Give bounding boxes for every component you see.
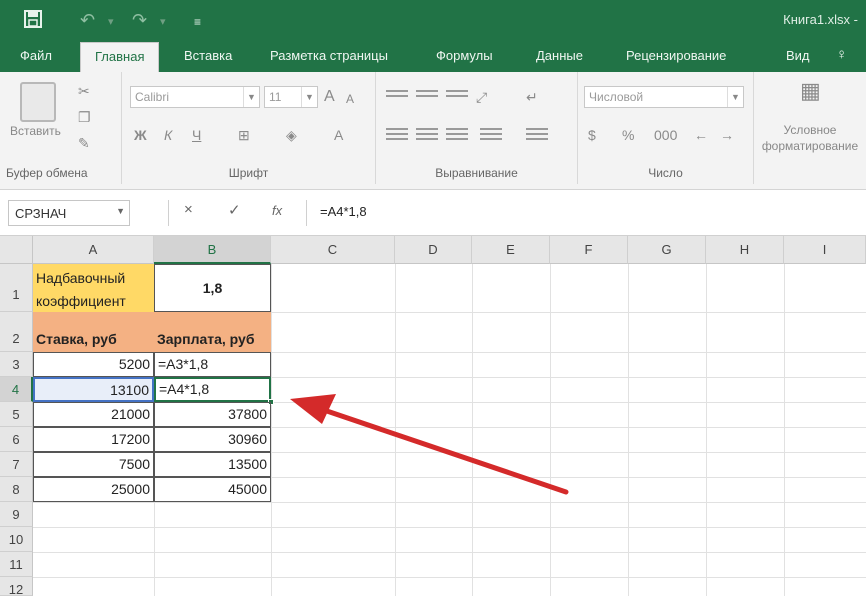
name-box[interactable]: СРЗНАЧ ▼ <box>8 200 130 226</box>
paste-button[interactable]: Вставить <box>10 124 61 138</box>
tab-file[interactable]: Файл <box>20 48 52 63</box>
number-format-value: Числовой <box>589 90 644 104</box>
align-center-icon[interactable] <box>416 128 438 144</box>
grow-font-icon[interactable]: A <box>324 86 335 108</box>
save-icon[interactable] <box>24 10 42 32</box>
paste-icon[interactable] <box>20 82 56 122</box>
alignment-group: ⤢ ↵ Выравнивание <box>376 72 578 184</box>
tab-insert[interactable]: Вставка <box>184 48 232 63</box>
decrease-decimal-icon[interactable]: → <box>720 124 734 146</box>
chevron-down-icon: ▼ <box>243 87 259 107</box>
window-title: Книга1.xlsx - <box>783 12 858 27</box>
align-right-icon[interactable] <box>446 128 468 144</box>
redo-icon[interactable]: ↷ <box>132 10 147 30</box>
tab-page-layout[interactable]: Разметка страницы <box>270 48 388 63</box>
conditional-formatting-button[interactable]: Условное форматирование <box>754 122 866 154</box>
tab-formulas[interactable]: Формулы <box>436 48 493 63</box>
fill-color-icon[interactable]: ◈ <box>286 124 297 146</box>
red-arrow-pointer <box>290 394 569 495</box>
tab-home[interactable]: Главная <box>80 42 160 72</box>
insert-function-button[interactable]: fx <box>272 203 282 218</box>
align-bottom-icon[interactable] <box>446 90 468 106</box>
copy-icon[interactable]: ❐ <box>78 106 91 128</box>
formula-input[interactable]: =А4*1,8 <box>320 204 367 219</box>
condfmt-line1: Условное <box>783 123 837 137</box>
decrease-indent-icon[interactable] <box>480 128 502 144</box>
enter-icon[interactable]: ✓ <box>228 201 241 219</box>
tab-view[interactable]: Вид <box>786 48 810 63</box>
font-size-select[interactable]: 11 ▼ <box>264 86 318 108</box>
redo-dropdown-icon[interactable]: ▾ <box>160 12 166 32</box>
number-group-label: Число <box>648 166 683 180</box>
currency-icon[interactable]: $ <box>588 124 596 146</box>
clipboard-group: Вставить ✂ ❐ ✎ Буфер обмена <box>0 72 122 184</box>
customize-icon[interactable]: ≡ <box>194 12 201 32</box>
increase-decimal-icon[interactable]: ← <box>694 124 708 146</box>
format-painter-icon[interactable]: ✎ <box>78 132 90 154</box>
number-group: Числовой ▼ $ % 000 ← → Число <box>578 72 754 184</box>
merge-center-icon[interactable] <box>526 128 548 144</box>
cut-icon[interactable]: ✂ <box>78 80 90 102</box>
underline-button[interactable]: Ч <box>192 124 201 146</box>
italic-button[interactable]: К <box>164 124 172 146</box>
alignment-group-label: Выравнивание <box>435 166 518 180</box>
chevron-down-icon: ▼ <box>116 206 125 216</box>
spreadsheet-grid: A B C D E F G H I 1 2 3 4 5 6 7 8 9 10 1… <box>0 236 866 596</box>
undo-icon[interactable]: ↶ <box>80 10 95 30</box>
chevron-down-icon: ▼ <box>727 87 743 107</box>
cancel-icon[interactable]: × <box>184 201 193 218</box>
shrink-font-icon[interactable]: A <box>346 88 354 110</box>
font-name-select[interactable]: Calibri ▼ <box>130 86 260 108</box>
ribbon: Вставить ✂ ❐ ✎ Буфер обмена Calibri ▼ 11… <box>0 72 866 190</box>
percent-icon[interactable]: % <box>622 124 634 146</box>
orientation-icon[interactable]: ⤢ <box>476 86 487 108</box>
conditional-formatting-icon[interactable]: ▦ <box>800 80 821 102</box>
name-box-value: СРЗНАЧ <box>15 206 67 221</box>
condfmt-line2: форматирование <box>761 139 859 153</box>
tab-data[interactable]: Данные <box>536 48 583 63</box>
borders-icon[interactable]: ⊞ <box>238 124 250 146</box>
divider <box>306 200 307 226</box>
font-group: Calibri ▼ 11 ▼ A A Ж К Ч ⊞ ◈ A Шрифт <box>122 72 376 184</box>
clipboard-group-label: Буфер обмена <box>6 166 88 180</box>
bold-button[interactable]: Ж <box>134 124 147 146</box>
align-middle-icon[interactable] <box>416 90 438 106</box>
ribbon-tabs: Файл Главная Вставка Разметка страницы Ф… <box>0 40 866 72</box>
divider <box>168 200 169 226</box>
align-left-icon[interactable] <box>386 128 408 144</box>
wrap-text-icon[interactable]: ↵ <box>526 86 538 108</box>
align-top-icon[interactable] <box>386 90 408 106</box>
comma-style-icon[interactable]: 000 <box>654 124 677 146</box>
font-color-icon[interactable]: A <box>334 124 343 146</box>
font-size-value: 11 <box>269 90 282 104</box>
chevron-down-icon: ▼ <box>301 87 317 107</box>
font-group-label: Шрифт <box>228 166 269 180</box>
title-bar: ↶ ▾ ↷ ▾ ≡ Книга1.xlsx - <box>0 0 866 40</box>
formula-bar: СРЗНАЧ ▼ × ✓ fx =А4*1,8 <box>0 190 866 236</box>
tab-review[interactable]: Рецензирование <box>626 48 726 63</box>
font-name-value: Calibri <box>135 90 170 104</box>
undo-dropdown-icon[interactable]: ▾ <box>108 12 114 32</box>
styles-group: ▦ Условное форматирование <box>754 72 866 184</box>
lightbulb-icon[interactable]: ♀ <box>836 46 847 63</box>
number-format-select[interactable]: Числовой ▼ <box>584 86 744 108</box>
